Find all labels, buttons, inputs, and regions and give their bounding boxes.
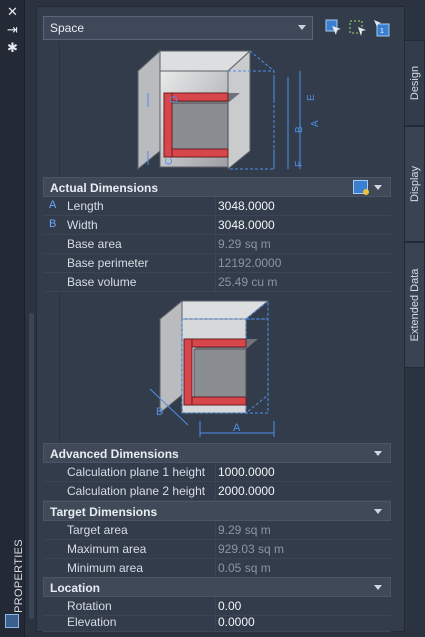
dim-label-f: F	[294, 161, 305, 167]
auto-hide-icon[interactable]: ⇥	[5, 22, 20, 37]
object-type-dropdown[interactable]: Space	[43, 16, 313, 40]
chevron-down-icon	[374, 585, 382, 590]
prop-row-calc-plane-1[interactable]: Calculation plane 1 height 1000.0000	[43, 463, 391, 482]
prop-label: Minimum area	[67, 561, 144, 575]
chevron-down-icon	[374, 451, 382, 456]
prop-label: Maximum area	[67, 542, 147, 556]
base-area-value: 9.29 sq m	[215, 235, 390, 254]
minimum-area-value: 0.05 sq m	[215, 559, 390, 578]
prop-label: Base perimeter	[67, 256, 149, 270]
prop-label: Length	[67, 199, 104, 213]
quick-select-icon[interactable]	[347, 17, 369, 39]
prop-row-minimum-area: Minimum area 0.05 sq m	[43, 559, 391, 578]
object-type-value: Space	[50, 21, 85, 35]
dim-label-b: B	[294, 126, 305, 133]
base-perimeter-value: 12192.0000	[215, 254, 390, 273]
width-value-field[interactable]: 3048.0000	[215, 216, 390, 235]
palette-scrollbar[interactable]	[29, 313, 34, 619]
palette-tabs: Design Display Extended Data	[405, 0, 425, 637]
chevron-down-icon	[374, 509, 382, 514]
target-area-value: 9.29 sq m	[215, 521, 390, 540]
section-title: Location	[50, 581, 100, 595]
section-location[interactable]: Location	[43, 577, 391, 597]
section-target-dimensions[interactable]: Target Dimensions	[43, 501, 391, 521]
space-section-figure: D E C B A F	[59, 41, 389, 177]
svg-text:1: 1	[380, 28, 384, 35]
tab-label: Design	[408, 65, 421, 101]
prop-row-base-area: Base area 9.29 sq m	[43, 235, 391, 254]
calc-plane-2-height-field[interactable]: 2000.0000	[215, 482, 390, 501]
length-value-field[interactable]: 3048.0000	[215, 197, 390, 216]
prop-row-target-area: Target area 9.29 sq m	[43, 521, 391, 540]
prop-label: Base volume	[67, 275, 137, 289]
dim-label-b: B	[156, 406, 163, 418]
prop-label: Calculation plane 2 height	[67, 484, 206, 498]
prop-row-base-volume: Base volume 25.49 cu m	[43, 273, 391, 292]
properties-icon[interactable]	[5, 614, 19, 628]
select-objects-icon[interactable]	[323, 17, 345, 39]
dim-label-d: D	[169, 96, 180, 103]
dimension-marker-b: B	[49, 218, 57, 230]
tab-extended-data[interactable]: Extended Data	[405, 242, 425, 368]
tab-display[interactable]: Display	[405, 126, 425, 242]
dimension-marker-a: A	[49, 199, 57, 211]
dim-label-a: A	[233, 422, 241, 434]
prop-label: Elevation	[67, 615, 117, 629]
dim-label-a: A	[310, 120, 321, 127]
prop-label: Base area	[67, 237, 122, 251]
prop-row-elevation[interactable]: Elevation 0.0000	[43, 613, 391, 632]
section-title: Actual Dimensions	[50, 181, 159, 195]
prop-label: Width	[67, 218, 98, 232]
space-plan-figure: B A	[59, 293, 389, 443]
prop-label: Calculation plane 1 height	[67, 465, 206, 479]
settings-icon[interactable]: ✱	[5, 40, 20, 55]
chevron-down-icon	[298, 25, 306, 30]
toggle-pickadd-icon[interactable]: 1	[371, 17, 393, 39]
base-volume-value: 25.49 cu m	[215, 273, 390, 292]
calc-plane-1-height-field[interactable]: 1000.0000	[215, 463, 390, 482]
tab-design[interactable]: Design	[405, 40, 425, 126]
prop-label: Rotation	[67, 599, 112, 613]
section-advanced-dimensions[interactable]: Advanced Dimensions	[43, 443, 391, 463]
tab-label: Extended Data	[408, 268, 421, 342]
palette-title: PROPERTIES	[12, 539, 25, 613]
elevation-value-field[interactable]: 0.0000	[215, 613, 390, 632]
prop-label: Target area	[67, 523, 128, 537]
prop-row-length[interactable]: A Length 3048.0000	[43, 197, 391, 216]
palette-title-strip: ✕ ⇥ ✱ PROPERTIES	[0, 0, 25, 637]
quick-calculator-icon[interactable]	[353, 180, 369, 195]
chevron-down-icon	[374, 185, 382, 190]
tab-label: Display	[408, 165, 421, 203]
section-title: Target Dimensions	[50, 505, 158, 519]
prop-row-base-perimeter: Base perimeter 12192.0000	[43, 254, 391, 273]
section-actual-dimensions[interactable]: Actual Dimensions	[43, 177, 391, 197]
close-icon[interactable]: ✕	[5, 4, 20, 19]
section-title: Advanced Dimensions	[50, 447, 179, 461]
prop-row-maximum-area: Maximum area 929.03 sq m	[43, 540, 391, 559]
prop-row-width[interactable]: B Width 3048.0000	[43, 216, 391, 235]
properties-panel: Space 1 D E C B A F Actual Dimensions A …	[36, 6, 405, 632]
prop-row-calc-plane-2[interactable]: Calculation plane 2 height 2000.0000	[43, 482, 391, 501]
dim-label-e: E	[306, 94, 317, 101]
maximum-area-value: 929.03 sq m	[215, 540, 390, 559]
dim-label-c: C	[164, 158, 175, 165]
